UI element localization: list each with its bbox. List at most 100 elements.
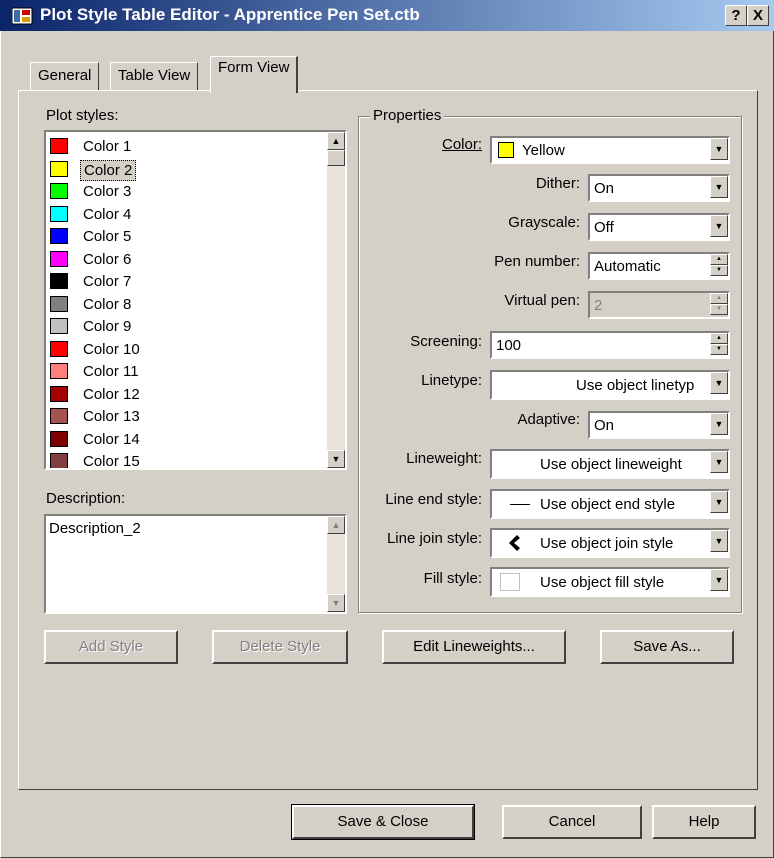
plot-style-name: Color 14 [83,430,140,448]
lineweight-dropdown-button[interactable]: ▼ [710,451,728,473]
line-end-style-select[interactable]: Use object end style ▼ [490,489,730,519]
color-swatch [498,142,514,158]
plot-style-item[interactable]: Color 13 [50,406,320,428]
plot-style-item[interactable]: Color 15 [50,451,320,470]
scroll-down-button[interactable]: ▼ [327,450,345,468]
plot-style-item[interactable]: Color 14 [50,429,320,451]
pen-number-down[interactable]: ▼ [710,265,728,276]
line-end-style-value: Use object end style [540,496,676,513]
dither-select[interactable]: On ▼ [588,174,730,202]
plot-style-item[interactable]: Color 4 [50,204,320,226]
plot-style-name: Color 12 [83,385,140,403]
plot-style-name: Color 15 [83,453,140,470]
screening-down[interactable]: ▼ [710,344,728,355]
tab-general[interactable]: General [30,62,100,90]
screening-value: 100 [496,337,522,354]
plot-style-item[interactable]: Color 11 [50,361,320,383]
tab-table-view-label: Table View [118,67,191,84]
cancel-button[interactable]: Cancel [502,805,642,839]
linetype-dropdown-button[interactable]: ▼ [710,372,728,394]
grayscale-select[interactable]: Off ▼ [588,213,730,241]
grayscale-label: Grayscale: [508,214,580,231]
dither-dropdown-button[interactable]: ▼ [710,176,728,198]
line-end-style-dropdown-button[interactable]: ▼ [710,491,728,513]
save-as-button[interactable]: Save As... [600,630,734,664]
adaptive-value: On [594,417,615,434]
lineweight-select[interactable]: Use object lineweight ▼ [490,449,730,479]
plot-style-item[interactable]: Color 1 [50,136,320,158]
scroll-up-button[interactable]: ▲ [327,132,345,150]
plot-styles-list[interactable]: Color 1 Color 2 Color 3 Color 4 Color 5 Color… [44,130,347,470]
virtual-pen-label: Virtual pen: [504,292,580,309]
plot-style-item[interactable]: Color 3 [50,181,320,203]
screening-up[interactable]: ▲ [710,333,728,344]
plot-style-item[interactable]: Color 6 [50,249,320,271]
desc-scroll-down-button[interactable]: ▼ [327,594,345,612]
description-label: Description: [46,490,126,507]
plot-style-item[interactable]: Color 10 [50,339,320,361]
adaptive-label: Adaptive: [517,411,580,428]
plot-style-swatch [50,408,68,424]
color-select[interactable]: Yellow ▼ [490,136,730,164]
tab-form-view-label: Form View [218,59,290,76]
line-end-glyph [510,504,530,505]
fill-style-dropdown-button[interactable]: ▼ [710,569,728,591]
plot-style-item[interactable]: Color 12 [50,384,320,406]
fill-style-select[interactable]: Use object fill style ▼ [490,567,730,597]
adaptive-dropdown-button[interactable]: ▼ [710,413,728,435]
plot-style-swatch [50,228,68,244]
grayscale-dropdown-button[interactable]: ▼ [710,215,728,237]
tab-general-label: General [38,67,92,84]
color-dropdown-button[interactable]: ▼ [710,138,728,160]
plot-style-name: Color 2 [80,159,137,181]
help-title-button[interactable]: ? [725,5,747,26]
description-textarea[interactable]: Description_2 ▲ ▼ [44,514,347,614]
description-scrollbar[interactable]: ▲ ▼ [327,516,345,612]
color-label: Color: [441,136,482,153]
plot-style-item[interactable]: Color 9 [50,316,320,338]
fill-style-swatch [500,573,520,591]
help-button[interactable]: Help [652,805,756,839]
desc-scroll-up-button[interactable]: ▲ [327,516,345,534]
screening-spinner[interactable]: 100 ▲ ▼ [490,331,730,359]
plot-style-item[interactable]: Color 8 [50,294,320,316]
tab-form-view[interactable]: Form View [210,56,299,93]
plot-style-name: Color 5 [83,228,132,245]
plot-style-swatch [50,318,68,334]
edit-lineweights-button[interactable]: Edit Lineweights... [382,630,566,664]
pen-number-spinner[interactable]: Automatic ▲ ▼ [588,252,730,280]
line-join-style-select[interactable]: Use object join style ▼ [490,528,730,558]
color-value: Yellow [522,142,565,159]
save-close-button[interactable]: Save & Close [291,804,475,840]
plot-styles-scrollbar[interactable]: ▲ ▼ [327,132,345,468]
add-style-button[interactable]: Add Style [44,630,178,664]
plot-style-name: Color 10 [83,340,140,358]
line-join-style-dropdown-button[interactable]: ▼ [710,530,728,552]
grayscale-value: Off [594,219,614,236]
plot-style-name: Color 1 [83,138,132,155]
window-title: Plot Style Table Editor - Apprentice Pen… [40,5,420,24]
plot-style-name: Color 11 [83,363,139,380]
plot-style-swatch [50,340,68,357]
plot-style-item[interactable]: Color 5 [50,226,320,248]
plot-style-name: Color 7 [83,273,132,290]
line-join-style-value: Use object join style [540,535,674,552]
plot-style-name: Color 13 [83,408,140,425]
delete-style-button[interactable]: Delete Style [212,630,348,664]
dither-label: Dither: [535,175,580,192]
adaptive-select[interactable]: On ▼ [588,411,730,439]
virtual-pen-up: ▲ [710,293,728,304]
plot-style-swatch [50,295,68,312]
linetype-value: Use object linetyp [576,377,695,394]
virtual-pen-spinner: 2 ▲ ▼ [588,291,730,319]
plot-style-swatch [50,363,68,379]
close-title-button[interactable]: X [747,5,769,26]
plot-styles-label: Plot styles: [46,107,119,124]
pen-number-up[interactable]: ▲ [710,254,728,265]
linetype-select[interactable]: Use object linetyp ▼ [490,370,730,400]
plot-style-item[interactable]: Color 7 [50,271,320,293]
plot-style-item[interactable]: Color 2 [50,159,320,181]
scroll-thumb[interactable] [327,150,345,166]
tab-table-view[interactable]: Table View [110,62,199,90]
plot-style-swatch [50,250,68,267]
